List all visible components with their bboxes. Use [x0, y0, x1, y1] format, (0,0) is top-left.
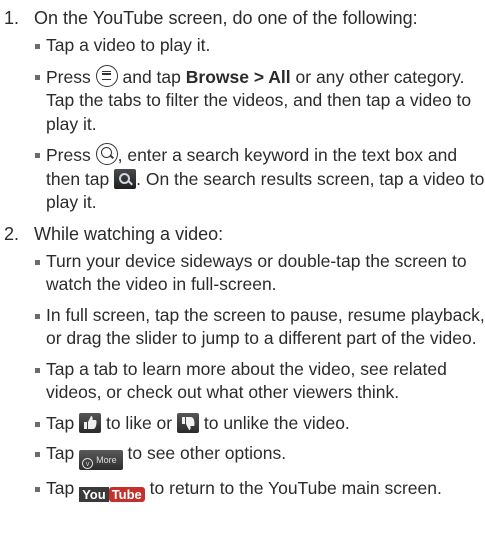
bullet-text: Tap a tab to learn more about the video,… [46, 358, 447, 403]
list-item: Tap You Tube to return to the YouTube mai… [34, 477, 485, 505]
ui-label-browse: Browse [185, 66, 249, 87]
bullet-text: to see other options. [127, 443, 287, 463]
step-text: While watching a video: [34, 223, 224, 244]
bullet-text: to unlike the video. [203, 412, 350, 433]
list-item: Tap a tab to learn more about the video,… [34, 358, 485, 405]
search-button-icon [95, 143, 118, 165]
list-item: Tap a video to play it. [34, 34, 485, 58]
list-item: In full screen, tap the screen to pause,… [34, 304, 485, 351]
step-text: On the YouTube screen, do one of the fol… [34, 8, 418, 28]
bullet-text: Press [46, 66, 91, 87]
ui-separator: > [248, 66, 269, 87]
bullet-text: Tap [46, 412, 75, 433]
bullet-text: In full screen, tap the screen to pause,… [46, 304, 485, 349]
bullet-text: Press [46, 145, 91, 165]
bullet-text: . On the search results screen, tap a vi… [46, 168, 485, 213]
list-item: Tap v More to see other options. [34, 442, 485, 470]
step-number: 2. [4, 223, 20, 244]
list-item: Press , enter a search keyword in the te… [34, 143, 485, 215]
bullet-text: to return to the YouTube main screen. [149, 478, 442, 498]
search-submit-icon [114, 168, 137, 189]
bullet-text: Turn your device sideways or double-tap … [46, 250, 467, 295]
bullet-text: to like or [105, 412, 173, 433]
bullet-text: Tap a video to play it. [46, 35, 211, 55]
list-item: Press and tap Browse > All or any other … [34, 64, 485, 137]
step-2: 2. While watching a video: [4, 222, 485, 246]
thumbs-down-icon [176, 412, 199, 433]
step-2-bullets: Turn your device sideways or double-tap … [34, 250, 485, 506]
step-1: 1. On the YouTube screen, do one of the … [4, 6, 485, 30]
menu-button-icon [95, 64, 118, 87]
youtube-logo-icon: You Tube [79, 484, 145, 505]
thumbs-up-icon [79, 412, 102, 433]
bullet-text: Tap [46, 478, 75, 498]
ui-label-all: All [268, 66, 291, 87]
more-options-icon: v More [79, 450, 123, 470]
step-1-bullets: Tap a video to play it. Press and tap Br… [34, 34, 485, 215]
document: 1. On the YouTube screen, do one of the … [0, 0, 485, 505]
bullet-text: Tap [46, 443, 75, 463]
list-item: Tap to like or to unlike the video. [34, 412, 485, 436]
bullet-text: and tap [122, 66, 181, 87]
more-label: More [96, 455, 117, 465]
step-number: 1. [4, 8, 20, 28]
list-item: Turn your device sideways or double-tap … [34, 250, 485, 297]
